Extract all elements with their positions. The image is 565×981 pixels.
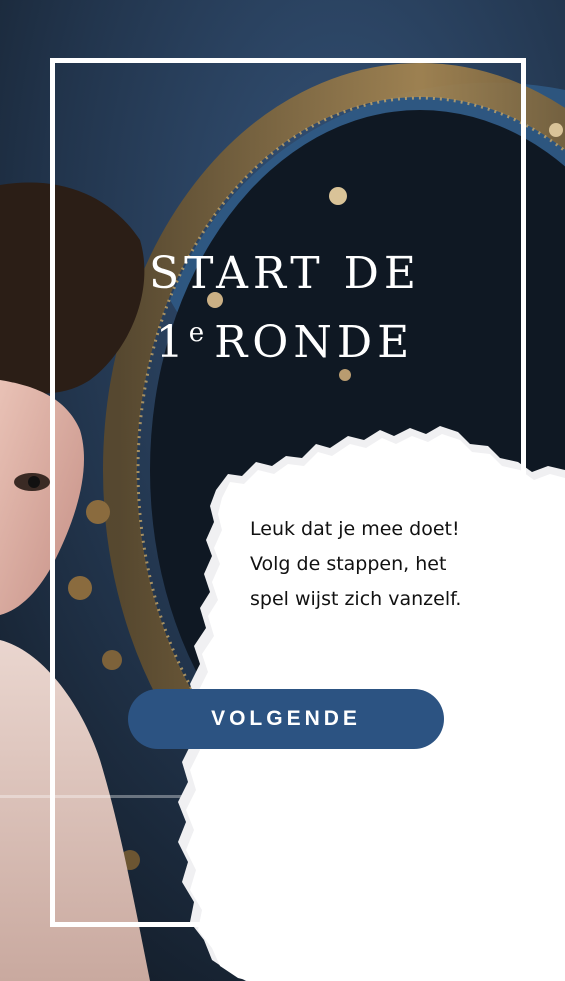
headline-line-1: START DE [149, 248, 421, 299]
headline-ordinal-suffix: e [188, 318, 205, 348]
headline-line-2: 1e RONDE [100, 320, 470, 365]
message-line-2: Volg de stappen, het [250, 553, 447, 575]
message-line-3: spel wijst zich vanzelf. [250, 588, 462, 610]
next-button[interactable]: VOLGENDE [128, 689, 444, 749]
intro-message: Leuk dat je mee doet! Volg de stappen, h… [250, 512, 520, 617]
onboarding-screen: START DE 1e RONDE Leuk dat je mee doet! V… [0, 0, 565, 981]
message-line-1: Leuk dat je mee doet! [250, 518, 460, 540]
headline-round-word: RONDE [214, 317, 415, 368]
headline-ordinal: 1 [155, 317, 189, 368]
white-frame [50, 58, 526, 927]
